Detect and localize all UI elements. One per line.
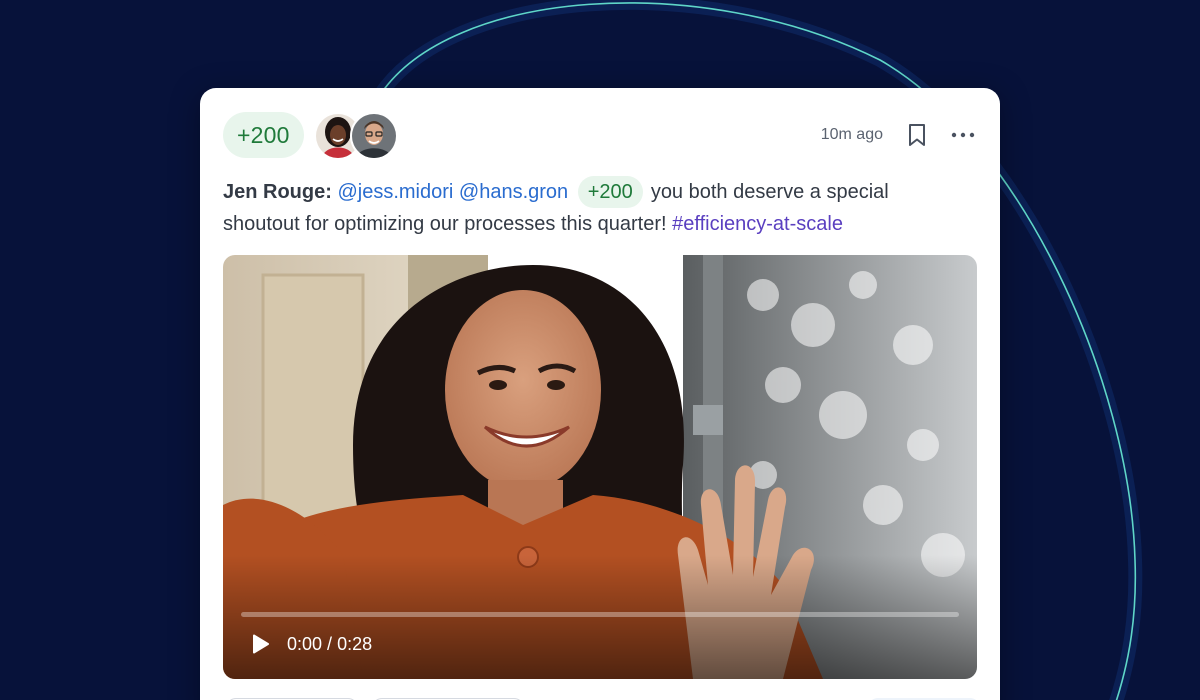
inline-points-badge: +200 xyxy=(577,176,643,208)
hashtag-link[interactable]: #efficiency-at-scale xyxy=(672,213,843,235)
bookmark-button[interactable] xyxy=(903,121,931,149)
video-duration: 0:28 xyxy=(337,633,373,654)
author-name[interactable]: Jen Rouge: xyxy=(223,181,332,203)
bookmark-icon xyxy=(909,124,925,146)
post-message: Jen Rouge: @jess.midori @hans.gron +200 y… xyxy=(223,176,943,240)
recognition-post-card: +200 10m ago Jen Rouge: @jess.midori @ha… xyxy=(200,88,1000,700)
message-text-1: you both deserve a special xyxy=(650,181,889,203)
video-time-separator: / xyxy=(322,633,338,654)
play-icon xyxy=(253,634,269,654)
video-progress-bar[interactable] xyxy=(241,612,959,617)
post-meta: 10m ago xyxy=(821,121,977,149)
avatar-hans-gron[interactable] xyxy=(349,112,398,160)
post-header: +200 10m ago xyxy=(223,111,977,160)
recipient-avatars xyxy=(313,111,398,160)
message-text-2: shoutout for optimizing our processes th… xyxy=(223,213,667,235)
points-badge: +200 xyxy=(223,112,304,158)
post-timestamp: 10m ago xyxy=(820,126,883,143)
mention-hans-gron[interactable]: @hans.gron xyxy=(459,181,568,203)
play-button[interactable] xyxy=(249,632,273,656)
more-options-icon xyxy=(951,132,975,138)
video-controls: 0:00 / 0:28 xyxy=(249,632,372,656)
video-current-time: 0:00 xyxy=(287,633,323,654)
more-options-button[interactable] xyxy=(949,121,977,149)
video-player[interactable]: 0:00 / 0:28 xyxy=(223,255,977,679)
page-background: +200 10m ago Jen Rouge: @jess.midori @ha… xyxy=(0,0,1200,700)
video-time-readout: 0:00 / 0:28 xyxy=(287,634,372,655)
mention-jess-midori[interactable]: @jess.midori xyxy=(337,181,453,203)
